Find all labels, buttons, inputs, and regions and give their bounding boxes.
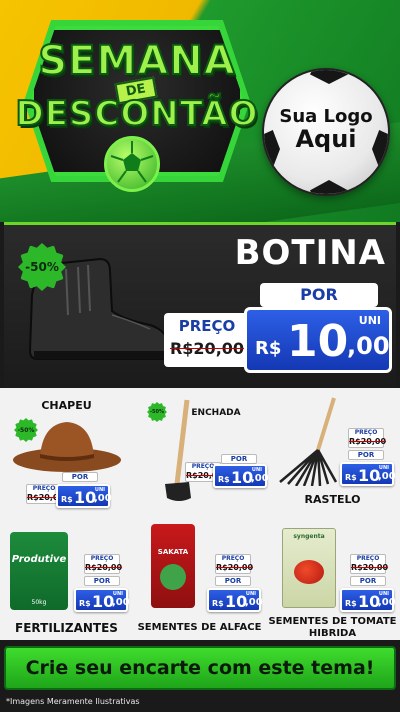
price-integer: 10: [92, 592, 115, 611]
currency-symbol: R$: [255, 338, 282, 359]
pack-label: SAKATA: [157, 548, 189, 556]
ball-patch: [310, 70, 348, 84]
product-name: CHAPEU: [41, 399, 92, 412]
product-card-rastelo[interactable]: PREÇO R$20,00 POR UNI R$ 10 ,00 RASTELO: [266, 388, 399, 514]
price-tag: UNI R$ 10 ,00: [340, 462, 396, 486]
product-card-tomate[interactable]: syngenta PREÇO R$20,00 POR UNI R$ 10 ,00…: [266, 514, 399, 640]
logo-placeholder[interactable]: Sua Logo Aqui: [262, 68, 390, 196]
currency-symbol: R$: [212, 599, 224, 608]
price-cents: ,00: [94, 493, 112, 504]
old-price: R$20,00: [169, 339, 245, 358]
por-label: POR: [62, 472, 98, 482]
currency-symbol: R$: [79, 599, 91, 608]
old-price: R$20,00: [351, 563, 389, 572]
product-name: RASTELO: [304, 493, 361, 506]
currency-symbol: R$: [345, 599, 357, 608]
currency-symbol: R$: [61, 495, 73, 504]
price-integer: 10: [231, 468, 254, 487]
product-name: SEMENTES DE TOMATE HIBRIDA: [266, 616, 399, 639]
product-name: FERTILIZANTES: [15, 621, 118, 635]
old-price: R$20,00: [349, 437, 387, 446]
hoe-image: [165, 399, 191, 501]
price-integer: 10: [287, 316, 349, 367]
por-label: POR: [350, 576, 386, 586]
por-label: POR: [215, 576, 251, 586]
campaign-emblem: SEMANA DE DESCONTÃO: [12, 8, 262, 198]
price-cents: ,00: [378, 471, 396, 482]
price-cents: ,00: [347, 332, 390, 360]
price-integer: 10: [358, 592, 381, 611]
lettuce-icon: [160, 564, 186, 590]
logo-text: Sua Logo Aqui: [264, 107, 388, 153]
preco-box: PREÇO R$20,00: [84, 554, 123, 574]
seed-pack-image: SAKATA: [151, 524, 195, 608]
price-tag: UNI R$ 10 ,00: [207, 588, 263, 612]
disclaimer-text: *Imagens Meramente Ilustrativas: [6, 697, 140, 706]
product-name-line2: HIBRIDA: [308, 627, 357, 639]
por-label: POR: [348, 450, 384, 460]
preco-label: PREÇO: [178, 317, 236, 335]
old-price: R$20,00: [85, 563, 123, 572]
price-cents: ,00: [112, 597, 130, 608]
preco-box: PREÇO R$20,00: [348, 428, 387, 448]
price-integer: 10: [225, 592, 248, 611]
price-tag: UNI R$ 10 ,00: [56, 484, 112, 508]
preco-label: PREÇO: [90, 555, 114, 562]
fertilizer-bag-image: Produtive 50kg: [10, 532, 68, 610]
preco-label: PREÇO: [221, 555, 245, 562]
ball-patch: [310, 180, 348, 194]
logo-line2: Aqui: [295, 124, 357, 153]
price-tag: UNI R$ 10 ,00: [74, 588, 130, 612]
emblem-title-line1: SEMANA: [37, 37, 236, 85]
product-card-fertilizantes[interactable]: Produtive 50kg PREÇO R$20,00 POR UNI R$ …: [0, 514, 133, 640]
price-integer: 10: [358, 466, 381, 485]
product-card-chapeu[interactable]: CHAPEU -50% PREÇO R$20,00 POR UNI R$ 10 …: [0, 388, 133, 514]
tomato-icon: [294, 560, 324, 584]
emblem-title-line2: DESCONTÃO: [14, 93, 259, 135]
currency-symbol: R$: [218, 475, 230, 484]
product-card-enchada[interactable]: ENCHADA -50% PREÇO R$20,00 POR UNI R$ 10…: [133, 388, 269, 514]
product-card-alface[interactable]: SAKATA PREÇO R$20,00 POR UNI R$ 10 ,00 S…: [133, 514, 266, 640]
por-label: POR: [260, 283, 378, 307]
preco-box: PREÇO R$20,00: [350, 554, 389, 574]
preco-label: PREÇO: [354, 429, 378, 436]
preco-box: PREÇO R$20,00: [164, 313, 250, 367]
featured-product[interactable]: -50% BOTINA POR PREÇO R$20,00 UNI R$ 10 …: [4, 222, 396, 388]
featured-title: BOTINA: [234, 233, 386, 273]
pack-weight: 50kg: [31, 599, 47, 606]
pack-label: syngenta: [293, 533, 325, 540]
por-label: POR: [84, 576, 120, 586]
soccer-ball-icon: [104, 136, 160, 192]
price-cents: ,00: [245, 597, 263, 608]
pack-label: Produtive: [11, 554, 67, 565]
currency-symbol: R$: [345, 473, 357, 482]
price-integer: 10: [74, 488, 97, 507]
price-tag: UNI R$ 10 ,00: [340, 588, 396, 612]
header-banner: SEMANA DE DESCONTÃO Sua Logo Aqui: [0, 0, 400, 222]
price-tag: UNI R$ 10 ,00: [213, 464, 269, 488]
tomato-seed-pack-image: syngenta: [282, 528, 336, 608]
price-cents: ,00: [378, 597, 396, 608]
cta-banner[interactable]: Crie seu encarte com este tema!: [4, 646, 396, 690]
unit-label: UNI: [358, 314, 381, 327]
old-price: R$20,00: [216, 563, 254, 572]
price-tag: UNI R$ 10 ,00: [244, 307, 392, 373]
product-name: SEMENTES DE ALFACE: [137, 622, 262, 633]
por-label: POR: [221, 454, 257, 464]
preco-box: PREÇO R$20,00: [215, 554, 254, 574]
preco-label: PREÇO: [356, 555, 380, 562]
product-name-line1: SEMENTES DE TOMATE: [268, 616, 397, 627]
